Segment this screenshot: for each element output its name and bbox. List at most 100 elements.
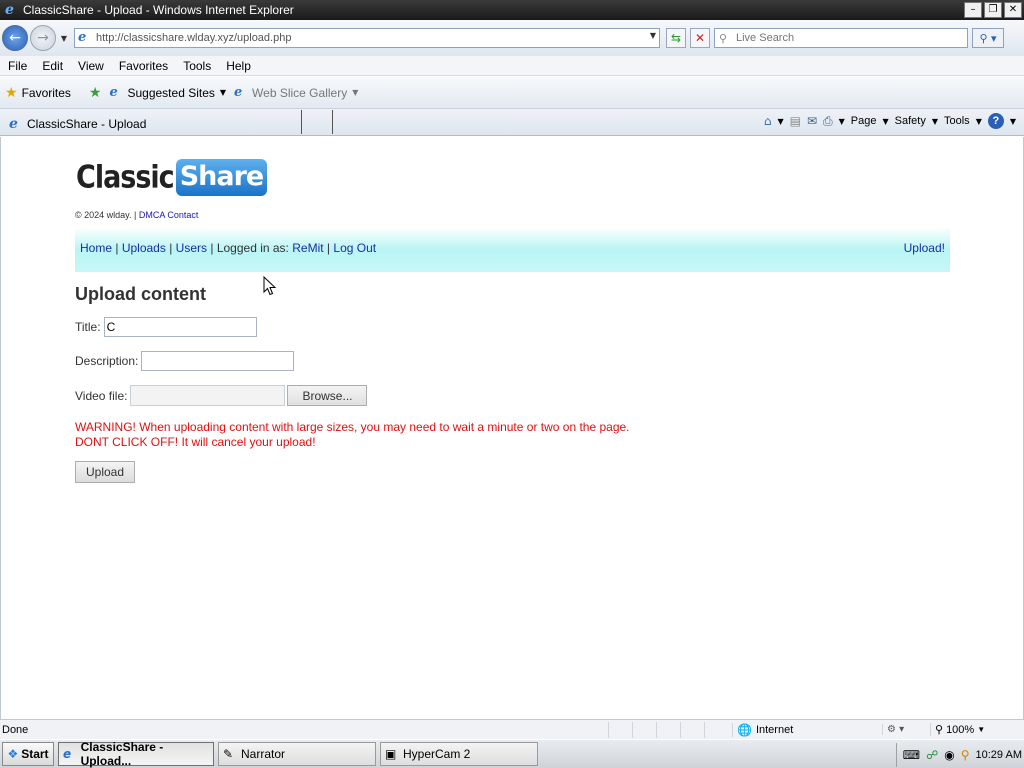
menu-tools[interactable]: Tools	[183, 59, 211, 73]
favorite-label: Web Slice Gallery	[252, 85, 348, 100]
safety-menu[interactable]: Safety	[895, 115, 926, 127]
status-text: Done	[2, 723, 29, 736]
search-tray-icon[interactable]: ⚲	[961, 748, 970, 762]
feeds-icon[interactable]: ▤	[790, 114, 801, 128]
read-mail-icon[interactable]: ✉	[807, 114, 817, 128]
address-url[interactable]: http://classicshare.wlday.xyz/upload.php	[96, 32, 291, 44]
web-slice-icon: e	[234, 84, 243, 100]
favorite-web-slice-gallery[interactable]: e Web Slice Gallery ▼	[234, 84, 358, 100]
status-cell	[704, 721, 728, 738]
taskbar: ❖ Start e ClassicShare - Upload... ✎ Nar…	[0, 739, 1024, 768]
logo-share: Share	[175, 158, 268, 196]
taskbar-item-ie[interactable]: e ClassicShare - Upload...	[58, 740, 214, 768]
chevron-down-icon[interactable]: ▼	[883, 117, 889, 126]
back-arrow-icon: ←	[9, 30, 21, 46]
browse-button[interactable]: Browse...	[287, 385, 368, 406]
system-tray: ⌨ ☍ ◉ ⚲ 10:29 AM	[895, 743, 1022, 767]
favorite-suggested-sites[interactable]: e Suggested Sites ▼	[109, 85, 226, 100]
chevron-down-icon[interactable]: ▼	[976, 117, 982, 126]
zoom-control[interactable]: ⚲ 100% ▼	[930, 723, 985, 736]
print-icon[interactable]: ⎙	[823, 114, 833, 129]
home-icon[interactable]: ⌂	[764, 114, 772, 128]
favorites-star-icon[interactable]: ★	[5, 85, 18, 101]
zoom-icon: ⚲	[935, 724, 944, 736]
refresh-button[interactable]: ⇆	[666, 28, 686, 48]
search-input[interactable]	[736, 32, 956, 44]
stop-icon: ✕	[694, 31, 706, 45]
upload-button[interactable]: Upload	[75, 461, 135, 483]
menu-view[interactable]: View	[78, 59, 104, 73]
page-viewport: Classic Share © 2024 wlday. | DMCA Conta…	[0, 137, 1024, 719]
dmca-contact-link[interactable]: DMCA Contact	[139, 210, 199, 220]
menu-bar: File Edit View Favorites Tools Help	[0, 56, 1024, 76]
page-icon: e	[78, 30, 87, 45]
add-favorite-icon[interactable]: ★	[89, 85, 102, 101]
menu-file[interactable]: File	[8, 59, 27, 73]
tab-classicshare-upload[interactable]: e ClassicShare - Upload	[4, 111, 302, 136]
address-field[interactable]: e http://classicshare.wlday.xyz/upload.p…	[74, 28, 660, 48]
nav-separator: |	[326, 241, 331, 255]
description-input[interactable]	[141, 351, 295, 371]
logo-classic: Classic	[76, 159, 175, 195]
favorites-bar: ★ Favorites ★ e Suggested Sites ▼ e Web …	[0, 77, 1024, 109]
new-tab-button[interactable]	[302, 110, 333, 134]
security-zone[interactable]: 🌐 Internet	[732, 722, 882, 737]
history-dropdown-icon[interactable]: ▼	[58, 34, 70, 43]
start-label: Start	[21, 747, 49, 761]
menu-favorites[interactable]: Favorites	[119, 59, 168, 73]
taskbar-item-narrator[interactable]: ✎ Narrator	[218, 742, 376, 766]
nav-users-link[interactable]: Users	[176, 241, 207, 255]
keyboard-icon[interactable]: ⌨	[903, 748, 920, 762]
minimize-button[interactable]: –	[964, 2, 982, 18]
taskbar-item-label: Narrator	[241, 747, 286, 761]
menu-help[interactable]: Help	[226, 59, 251, 73]
chevron-down-icon[interactable]: ▼	[777, 117, 783, 126]
help-icon[interactable]: ?	[987, 113, 1004, 129]
search-go-button[interactable]: ⚲ ▾	[972, 28, 1004, 48]
chevron-down-icon[interactable]: ▼	[839, 117, 845, 126]
status-cell	[608, 721, 632, 738]
logged-in-label: Logged in as:	[216, 241, 289, 255]
nav-separator: |	[210, 241, 214, 255]
clock[interactable]: 10:29 AM	[976, 749, 1022, 761]
windows-flag-icon: ❖	[7, 747, 19, 761]
restore-button[interactable]: ❐	[984, 2, 1002, 18]
description-label: Description:	[75, 354, 139, 368]
address-dropdown-icon[interactable]: ▼	[650, 31, 656, 40]
classicshare-logo[interactable]: Classic Share	[76, 154, 268, 200]
forward-button[interactable]: →	[30, 25, 56, 51]
volume-icon[interactable]: ◉	[944, 748, 954, 762]
start-button[interactable]: ❖ Start	[2, 742, 54, 766]
chevron-down-icon[interactable]: ▼	[1010, 117, 1016, 126]
status-cell	[632, 721, 656, 738]
search-box[interactable]: ⚲	[714, 28, 968, 48]
nav-home-link[interactable]: Home	[80, 241, 112, 255]
nav-uploads-link[interactable]: Uploads	[122, 241, 166, 255]
close-button[interactable]: ✕	[1004, 2, 1022, 18]
page-menu[interactable]: Page	[851, 115, 877, 127]
taskbar-item-label: ClassicShare - Upload...	[80, 740, 164, 768]
nav-logout-link[interactable]: Log Out	[333, 241, 376, 255]
site-navigation: Home | Uploads | Users | Logged in as: R…	[75, 227, 950, 272]
warning-line-2: DONT CLICK OFF! It will cancel your uplo…	[75, 435, 316, 449]
back-button[interactable]: ←	[2, 25, 28, 51]
nav-username-link[interactable]: ReMit	[292, 241, 323, 255]
protected-mode-icon[interactable]: ⚙ ▾	[882, 724, 930, 735]
tools-menu[interactable]: Tools	[944, 115, 970, 127]
pointer-arrow-icon	[263, 276, 277, 296]
taskbar-item-hypercam[interactable]: ▣ HyperCam 2	[380, 742, 538, 766]
title-input[interactable]	[103, 317, 257, 337]
video-file-path-field[interactable]	[130, 385, 286, 406]
video-file-label: Video file:	[75, 388, 128, 403]
chevron-down-icon[interactable]: ▼	[932, 117, 938, 126]
favorites-button[interactable]: Favorites	[22, 86, 71, 100]
stop-button[interactable]: ✕	[690, 28, 710, 48]
upload-warning: WARNING! When uploading content with lar…	[75, 420, 630, 450]
network-icon[interactable]: ☍	[926, 748, 938, 762]
favorite-label: Suggested Sites	[127, 85, 215, 100]
zoom-level: 100%	[946, 723, 975, 736]
nav-upload-link[interactable]: Upload!	[904, 241, 945, 255]
chevron-down-icon: ▼	[977, 725, 986, 734]
zone-label: Internet	[755, 723, 794, 736]
menu-edit[interactable]: Edit	[42, 59, 63, 73]
